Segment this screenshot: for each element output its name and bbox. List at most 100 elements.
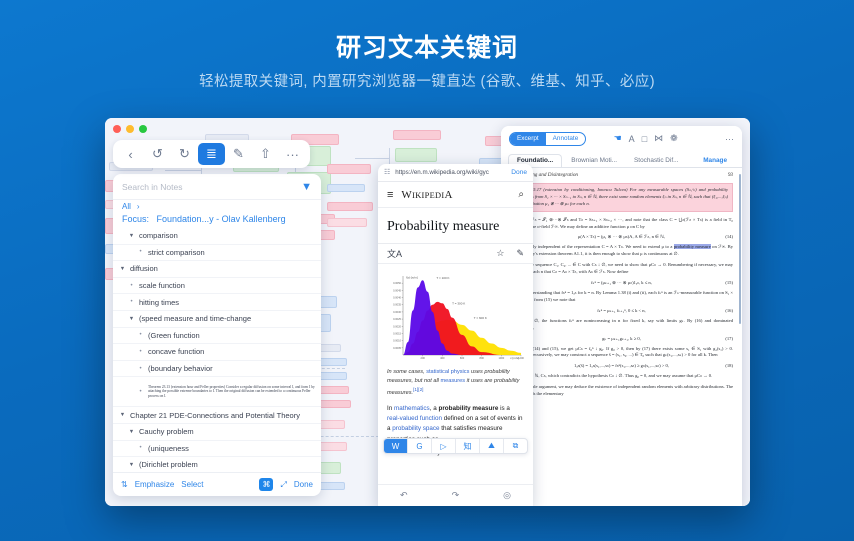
p2-link-probability-space[interactable]: probability space [392,425,439,432]
main-toolbar: ‹ ↺ ↻ ≣ ✎ ⇧ ··· [113,140,310,168]
pdf-more-icon[interactable]: ··· [725,134,734,144]
disclosure-triangle-icon[interactable]: ▼ [128,462,135,468]
p1-link-statistical-physics[interactable]: statistical physics [426,369,469,375]
p1-reference[interactable]: [1][2] [413,387,423,392]
outline-item[interactable]: ▼ (Dirichlet problem [113,457,321,472]
close-button[interactable] [113,125,121,133]
shapes-tool-icon[interactable]: ⋈ [654,133,663,144]
outline-item[interactable]: ▼ Cauchy problem [113,424,321,441]
manage-tabs-button[interactable]: Manage [695,155,735,167]
excerpt-tab[interactable]: Excerpt [510,132,546,145]
outline-item[interactable]: • concave function [113,344,321,361]
outline-item[interactable]: • Theorem 23.13 (extension hour and Felle… [113,377,321,408]
notes-filter-row: All › [113,200,321,211]
filter-icon[interactable]: ▼ [301,181,312,193]
svg-text:600: 600 [460,356,465,360]
outline-item-label: Chapter 21 PDE-Connections and Potential… [130,410,300,420]
done-button[interactable]: Done [294,480,313,489]
outline-item[interactable]: • (Green function [113,328,321,345]
outline-item[interactable]: ▼ Chapter 21 PDE-Connections and Potentia… [113,407,321,424]
outline-item[interactable]: • (boundary behavior [113,361,321,378]
app-window: ‹ ↺ ↻ ≣ ✎ ⇧ ··· ▼ All › Focus: Foundatio… [105,118,750,506]
notes-search-row: ▼ [113,174,321,200]
outline-item[interactable]: • (uniqueness [113,441,321,458]
outline-item[interactable]: • scale function [113,278,321,295]
p2-link-real-valued-function[interactable]: real-valued function [387,415,442,422]
text-tool-icon[interactable]: A [629,134,635,144]
browser-forward-icon[interactable]: ↷ [452,490,460,501]
url-text[interactable]: https://en.m.wikipedia.org/wiki/gyc [395,169,506,176]
focus-value[interactable]: Foundation...y - Olav Kallenberg [157,214,286,224]
select-button[interactable]: Select [181,480,203,489]
outline-item[interactable]: ▼ diffusion [113,261,321,278]
source-button-wikipedia[interactable]: W [384,439,408,453]
source-button-copy[interactable]: ⧉ [504,439,527,453]
p2-bold-term: probability measure [438,404,499,412]
browser-done-button[interactable]: Done [511,169,527,176]
disclosure-triangle-icon[interactable]: ▼ [119,266,126,272]
annotate-tab[interactable]: Annotate [546,133,586,145]
chevron-right-icon[interactable]: › [137,202,140,211]
disclosure-triangle-icon[interactable]: ▼ [119,412,126,418]
outline-item[interactable]: • strict comparison [113,245,321,262]
search-icon[interactable]: ⌕ [518,189,524,200]
outline-item[interactable]: ▼ (speed measure and time-change [113,311,321,328]
more-icon[interactable]: ··· [279,143,306,165]
svg-text:0.0035: 0.0035 [393,303,401,307]
p2-text-c: is a [498,404,510,412]
browser-compass-icon[interactable]: ◎ [503,490,511,501]
mode-segmented-control[interactable]: Excerpt Annotate [509,131,587,146]
browser-back-icon[interactable]: ↶ [400,490,408,501]
pdf-running-head: Conditioning and Disintegration 93 [510,172,733,178]
expand-icon[interactable]: ☷ [384,169,390,176]
pdf-reader-panel: Excerpt Annotate ☚ A □ ⋈ ❁ ··· Foundatio… [501,126,742,506]
p1-link-measures[interactable]: measures [440,378,465,384]
back-icon[interactable]: ‹ [117,143,144,165]
language-icon[interactable]: 文A [387,247,496,260]
emphasize-button[interactable]: Emphasize [135,480,175,489]
highlight-tool-icon[interactable]: ☚ [614,133,622,144]
edit-pencil-icon[interactable]: ✎ [516,248,524,259]
redo-icon[interactable]: ↻ [171,143,198,165]
source-button-google[interactable]: G [408,439,432,453]
expand-icon[interactable]: ⤢ [280,480,286,490]
pdf-tab-bar: Foundatio... Brownian Moti... Stochastic… [501,151,742,168]
pdf-page-content[interactable]: Conditioning and Disintegration 93 Theor… [501,168,742,506]
sort-icon[interactable]: ⇅ [121,480,128,489]
source-button-images[interactable]: ⛰ [480,439,504,453]
selected-text[interactable]: probability measure [673,244,711,250]
svg-text:0.0015: 0.0015 [393,331,401,335]
edit-icon[interactable]: ✎ [225,143,252,165]
share-icon[interactable]: ⇧ [252,143,279,165]
outline-icon[interactable]: ≣ [198,143,225,165]
svg-text:T = 100 K: T = 100 K [436,276,449,280]
disclosure-triangle-icon[interactable]: ▼ [128,233,135,239]
rectangle-tool-icon[interactable]: □ [642,134,647,144]
disclosure-triangle-icon[interactable]: ▼ [128,429,135,435]
source-button-zhihu[interactable]: 知 [456,439,480,453]
tab-stochastic-differential[interactable]: Stochastic Dif... [626,155,686,167]
equation-18: 1ₐₙ(ŝ) = 1ₐₙ(s₁,...,sₙ) = fₙⁿ(s₁,...,sₙ)… [510,363,733,369]
outline-list[interactable]: ▼ comparison • strict comparison ▼ diffusion •… [113,228,321,472]
minimize-button[interactable] [126,125,134,133]
article-body[interactable]: 0.0005 0.0010 0.0015 0.0020 0.0025 0.0030 0.00… [378,264,533,484]
focus-row[interactable]: Focus: Foundation...y - Olav Kallenberg [113,211,321,228]
p2-link-mathematics[interactable]: mathematics [394,405,430,412]
snapshot-tool-icon[interactable]: ❁ [670,133,678,144]
tab-brownian-motion[interactable]: Brownian Moti... [563,155,625,167]
outline-item[interactable]: ▼ comparison [113,228,321,245]
source-button-bing[interactable]: ▷ [432,439,456,453]
window-traffic-lights[interactable] [113,125,147,133]
proof-paragraph-5: Since Cₙ ↓ ∅, the functions fₖⁿ are noni… [510,317,733,330]
zoom-button[interactable] [139,125,147,133]
watch-star-icon[interactable]: ☆ [496,248,504,259]
hamburger-icon[interactable]: ≡ [387,189,393,201]
search-input[interactable] [122,181,296,192]
highlighted-theorem[interactable]: Theorem 5.17 (extension by conditioning,… [510,183,733,212]
capture-icon[interactable]: ⌘ [259,478,274,491]
outline-item[interactable]: • hitting times [113,294,321,311]
pdf-scrollbar[interactable] [738,174,741,324]
undo-icon[interactable]: ↺ [144,143,171,165]
filter-all-label[interactable]: All [122,202,131,211]
disclosure-triangle-icon[interactable]: ▼ [128,316,135,322]
